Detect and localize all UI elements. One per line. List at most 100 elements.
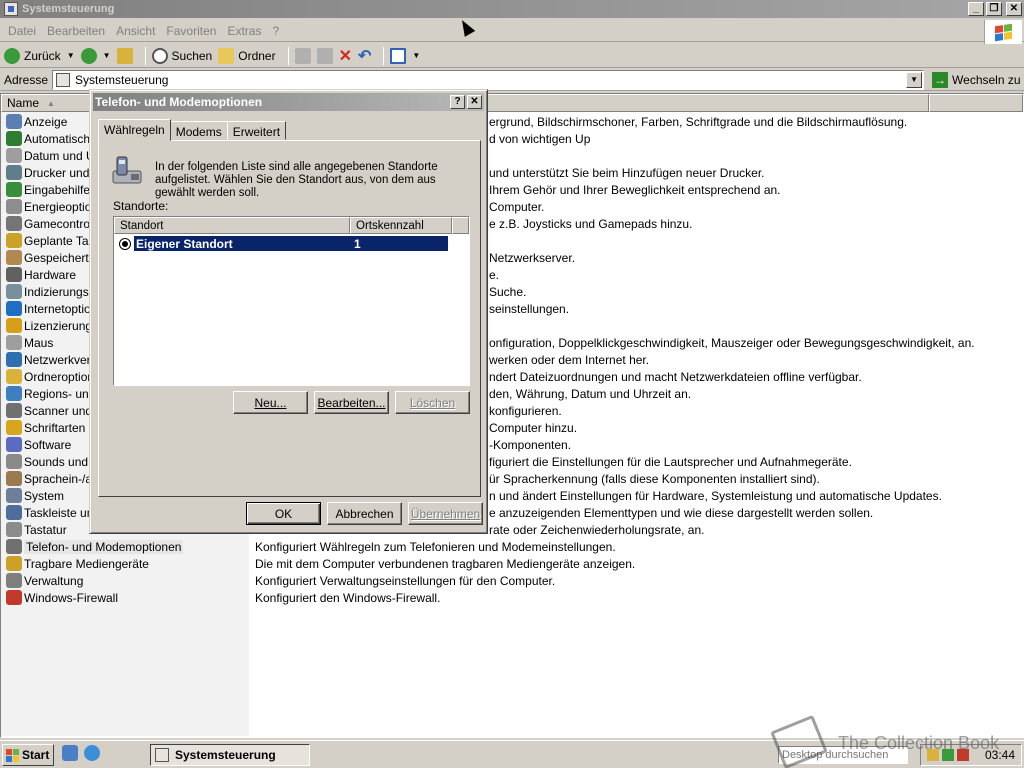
- item-icon: [6, 386, 22, 401]
- item-icon: [6, 335, 22, 350]
- restore-button[interactable]: ❐: [986, 2, 1002, 16]
- location-row[interactable]: Eigener Standort 1: [114, 235, 469, 252]
- ok-button[interactable]: OK: [246, 502, 321, 525]
- start-button[interactable]: Start: [2, 744, 54, 766]
- item-description: d von wichtigen Up: [489, 131, 591, 146]
- close-button[interactable]: ✕: [1006, 2, 1022, 16]
- column-header-location[interactable]: Standort: [114, 217, 350, 234]
- toolbar: Zurück ▼ ▼ Suchen Ordner ✕ ↶ ▼: [0, 44, 1024, 68]
- item-name: Telefon- und Modemoptionen: [24, 539, 184, 554]
- locations-listview[interactable]: Standort Ortskennzahl Eigener Standort 1: [113, 216, 470, 386]
- item-icon: [6, 454, 22, 469]
- dialog-title-bar[interactable]: Telefon- und Modemoptionen ? ✕: [93, 93, 484, 111]
- item-description: figuriert die Einstellungen für die Laut…: [489, 454, 852, 469]
- move-to-button[interactable]: [294, 47, 311, 64]
- views-dropdown-icon: ▼: [412, 51, 421, 60]
- apply-button[interactable]: Übernehmen: [408, 502, 483, 525]
- quick-launch: [62, 745, 100, 761]
- menu-extras[interactable]: Extras: [227, 24, 261, 38]
- item-description: onfiguration, Doppelklickgeschwindigkeit…: [489, 335, 975, 350]
- item-icon: [6, 539, 22, 554]
- undo-icon: ↶: [358, 47, 372, 65]
- internet-explorer-icon[interactable]: [84, 745, 100, 761]
- tab-waehlregeln[interactable]: Wählregeln: [98, 119, 171, 141]
- delete-button[interactable]: ✕: [339, 46, 352, 66]
- cancel-button[interactable]: Abbrechen: [327, 502, 402, 525]
- item-description: seinstellungen.: [489, 301, 570, 316]
- title-bar[interactable]: Systemsteuerung _ ❐ ✕: [0, 0, 1024, 18]
- minimize-button[interactable]: _: [968, 2, 984, 16]
- item-icon: [6, 301, 22, 316]
- item-description: e.: [489, 267, 500, 282]
- address-dropdown-icon[interactable]: ▼: [906, 71, 923, 88]
- list-item[interactable]: Tragbare Mediengeräte Die mit dem Compute…: [1, 555, 1021, 572]
- tab-erweitert[interactable]: Erweitert: [226, 121, 287, 140]
- back-arrow-icon: [4, 47, 20, 64]
- up-folder-icon: [116, 47, 133, 64]
- list-item[interactable]: Windows-Firewall Konfiguriert den Windows…: [1, 589, 1021, 606]
- item-name: Windows-Firewall: [24, 590, 119, 605]
- item-description: und unterstützt Sie beim Hinzufügen neue…: [489, 165, 765, 180]
- go-label: Wechseln zu: [952, 72, 1021, 87]
- undo-button[interactable]: ↶: [358, 46, 371, 66]
- location-name: Eigener Standort: [133, 235, 349, 252]
- item-icon: [6, 352, 22, 367]
- item-icon: [6, 216, 22, 231]
- item-description: e anzuzeigenden Elementtypen und wie die…: [489, 505, 874, 520]
- item-description: den, Währung, Datum und Uhrzeit an.: [489, 386, 692, 401]
- item-icon: [6, 437, 22, 452]
- column-header-areacode[interactable]: Ortskennzahl: [350, 217, 452, 234]
- item-icon: [6, 182, 22, 197]
- item-icon: [6, 505, 22, 520]
- item-icon: [6, 148, 22, 163]
- folders-button[interactable]: Ordner: [218, 47, 276, 64]
- show-desktop-icon[interactable]: [62, 745, 78, 761]
- address-label: Adresse: [4, 72, 49, 87]
- toolbar-separator: [144, 46, 146, 65]
- forward-dropdown-icon[interactable]: ▼: [103, 51, 111, 60]
- item-description: Die mit dem Computer verbundenen tragbar…: [255, 556, 636, 571]
- item-name: Tragbare Mediengeräte: [24, 556, 149, 571]
- sort-ascending-icon: ▲: [47, 98, 55, 108]
- folders-label: Ordner: [238, 48, 276, 63]
- views-button[interactable]: ▼: [390, 47, 421, 64]
- item-icon: [6, 131, 22, 146]
- copy-to-button[interactable]: [316, 47, 333, 64]
- go-button[interactable]: → Wechseln zu: [932, 71, 1021, 88]
- dialog-title: Telefon- und Modemoptionen: [95, 95, 263, 109]
- list-item[interactable]: Verwaltung Konfiguriert Verwaltungseinste…: [1, 572, 1021, 589]
- window-title: Systemsteuerung: [22, 3, 115, 15]
- back-dropdown-icon[interactable]: ▼: [67, 51, 75, 60]
- item-icon: [6, 250, 22, 265]
- delete-x-icon: ✕: [338, 47, 352, 65]
- forward-button[interactable]: ▼: [80, 47, 111, 64]
- menu-ansicht[interactable]: Ansicht: [116, 24, 155, 38]
- back-button[interactable]: Zurück ▼: [4, 47, 75, 64]
- menu-datei[interactable]: Datei: [8, 24, 36, 38]
- item-icon: [6, 403, 22, 418]
- address-input[interactable]: Systemsteuerung ▼: [52, 69, 925, 90]
- dialog-close-button[interactable]: ✕: [467, 95, 482, 109]
- edit-button[interactable]: Bearbeiten...: [314, 391, 389, 414]
- tab-modems[interactable]: Modems: [169, 121, 228, 140]
- item-description: Netzwerkserver.: [489, 250, 576, 265]
- menu-favoriten[interactable]: Favoriten: [166, 24, 216, 38]
- menu-bearbeiten[interactable]: Bearbeiten: [47, 24, 105, 38]
- dialog-help-button[interactable]: ?: [450, 95, 465, 109]
- delete-location-button[interactable]: Löschen: [395, 391, 470, 414]
- new-button[interactable]: Neu...: [233, 391, 308, 414]
- list-item[interactable]: Telefon- und Modemoptionen Konfiguriert W…: [1, 538, 1021, 555]
- up-folder-button[interactable]: [116, 47, 133, 64]
- item-icon: [6, 199, 22, 214]
- item-description: Suche.: [489, 284, 527, 299]
- search-button[interactable]: Suchen: [151, 47, 212, 64]
- control-panel-icon: [56, 72, 71, 87]
- back-label: Zurück: [24, 48, 61, 63]
- item-icon: [6, 165, 22, 180]
- windows-logo-icon: [6, 748, 19, 762]
- item-icon: [6, 369, 22, 384]
- menu-help[interactable]: ?: [272, 24, 279, 38]
- taskbar-button-systemsteuerung[interactable]: Systemsteuerung: [150, 744, 310, 766]
- radio-selected-icon[interactable]: [119, 237, 131, 250]
- item-icon: [6, 318, 22, 333]
